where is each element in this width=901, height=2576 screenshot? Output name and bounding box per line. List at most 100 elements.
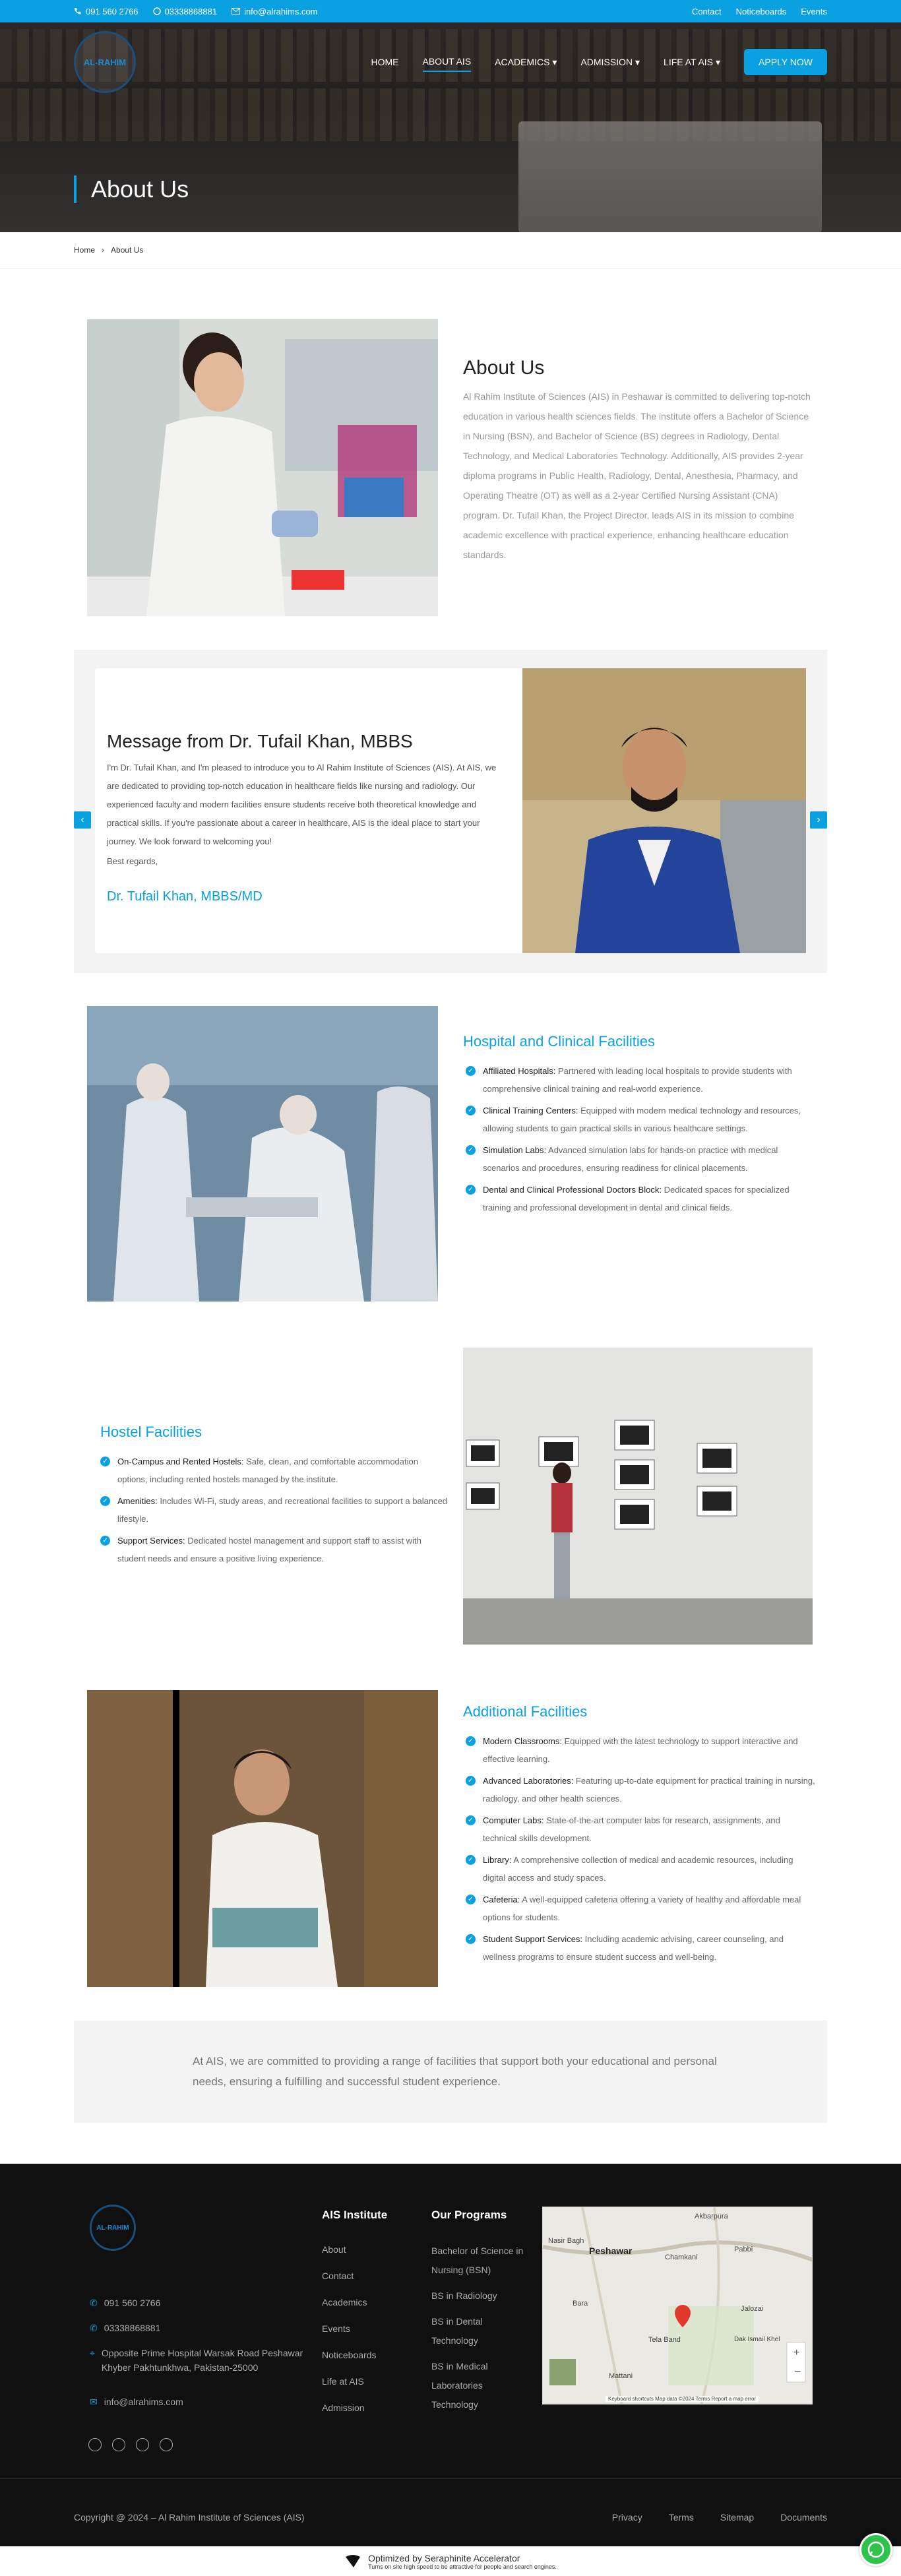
item-text: Includes Wi-Fi, study areas, and recreat… [117,1496,448,1524]
nav-home[interactable]: HOME [371,53,399,71]
slider-prev-button[interactable]: ‹ [74,811,91,829]
footer-link[interactable]: Admission [322,2395,377,2421]
copyright: Copyright @ 2024 – Al Rahim Institute of… [74,2512,305,2523]
email-text: info@alrahims.com [244,6,318,16]
top-link-events[interactable]: Events [801,7,827,16]
optimizer-badge[interactable]: Optimized by Seraphinite Accelerator Tur… [0,2546,901,2576]
footer-phone1[interactable]: ✆ 091 560 2766 [90,2296,160,2310]
check-icon: ✓ [466,1776,476,1786]
chevron-down-icon: ▾ [716,56,721,67]
svg-text:−: − [794,2365,801,2378]
location-map[interactable]: + − Peshawar Pabbi Akbarpura Nasir Bagh … [542,2207,813,2404]
svg-text:+: + [793,2347,799,2358]
footer-col2: Bachelor of Science in Nursing (BSN) BS … [431,2242,524,2414]
footer-link[interactable]: Noticeboards [322,2342,377,2368]
footer-link[interactable]: BS in Dental Technology [431,2312,524,2350]
footer-address: ⌖ Opposite Prime Hospital Warsak Road Pes… [90,2346,307,2375]
about-text: Al Rahim Institute of Sciences (AIS) in … [463,391,811,560]
apply-now-button[interactable]: APPLY NOW [744,49,827,75]
nav-academics[interactable]: ACADEMICS ▾ [495,53,557,72]
message-signature: Dr. Tufail Khan, MBBS/MD [107,889,263,904]
item-label: Modern Classrooms: [483,1736,562,1746]
breadcrumb-home[interactable]: Home [74,245,95,255]
check-icon: ✓ [466,1855,476,1865]
nav-menu: HOME ABOUT AIS ACADEMICS ▾ ADMISSION ▾ LIF… [371,49,827,75]
footer-link[interactable]: BS in Medical Laboratories Technology [431,2357,524,2414]
chevron-right-icon: › [817,814,821,825]
lab-photo [87,319,438,616]
check-icon: ✓ [100,1536,110,1546]
library-photo [87,1690,438,1987]
item-label: Student Support Services: [483,1934,583,1944]
additional-title: Additional Facilities [463,1703,588,1720]
terms-link[interactable]: Terms [669,2512,694,2523]
check-icon: ✓ [466,1106,476,1115]
item-label: Amenities: [117,1496,158,1506]
documents-link[interactable]: Documents [780,2512,827,2523]
social-links [88,2438,173,2451]
legal-links: Privacy Terms Sitemap Documents [612,2512,827,2523]
footer-email[interactable]: ✉ info@alrahims.com [90,2395,183,2409]
footer-link[interactable]: Contact [322,2263,377,2289]
nav-admission-label: ADMISSION [580,57,633,67]
check-icon: ✓ [466,1185,476,1195]
whatsapp-float-button[interactable] [859,2533,892,2566]
mail-icon: ✉ [90,2397,98,2407]
map-label: Mattani [609,2372,633,2380]
item-label: On-Campus and Rented Hostels: [117,1457,244,1466]
footer-link[interactable]: Bachelor of Science in Nursing (BSN) [431,2242,524,2280]
footer-link[interactable]: Events [322,2315,377,2342]
whatsapp-icon [867,2541,885,2558]
twitter-icon[interactable] [112,2438,125,2451]
footer-col1-title: AIS Institute [322,2209,388,2221]
hospital-list: ✓ Affiliated Hospitals: Partnered with le… [466,1062,815,1220]
nav-life[interactable]: LIFE AT AIS ▾ [664,53,720,72]
privacy-link[interactable]: Privacy [612,2512,642,2523]
footer-phone2-text: 03338868881 [104,2323,161,2333]
list-item: ✓ Cafeteria: A well-equipped cafeteria of… [466,1891,815,1926]
footer-phone1-text: 091 560 2766 [104,2298,161,2308]
chevron-down-icon: ▾ [635,56,640,67]
pinterest-icon[interactable] [136,2438,149,2451]
list-item: ✓ Library: A comprehensive collection of … [466,1851,815,1887]
optimizer-title: Optimized by Seraphinite Accelerator [368,2552,520,2563]
check-icon: ✓ [466,1145,476,1155]
check-icon: ✓ [466,1066,476,1076]
top-links: Contact Noticeboards Events [692,7,827,16]
phone-link[interactable]: 091 560 2766 [74,7,139,16]
footer-col2-title: Our Programs [431,2209,507,2221]
message-title: Message from Dr. Tufail Khan, MBBS [107,731,413,751]
nav-life-label: LIFE AT AIS [664,57,714,67]
facebook-icon[interactable] [88,2438,102,2451]
email-link[interactable]: info@alrahims.com [232,6,318,16]
nav-about[interactable]: ABOUT AIS [422,52,472,72]
sitemap-link[interactable]: Sitemap [720,2512,754,2523]
list-item: ✓ Student Support Services: Including aca… [466,1930,815,1966]
nav-admission[interactable]: ADMISSION ▾ [580,53,640,72]
instagram-icon[interactable] [160,2438,173,2451]
top-link-contact[interactable]: Contact [692,7,722,16]
additional-list: ✓ Modern Classrooms: Equipped with the la… [466,1732,815,1970]
footer-logo-text: AL-RAHIM [96,2224,129,2232]
item-label: Clinical Training Centers: [483,1106,578,1115]
hospital-photo [87,1006,438,1302]
whatsapp-link[interactable]: 03338868881 [152,7,217,16]
item-label: Cafeteria: [483,1895,520,1904]
top-link-noticeboards[interactable]: Noticeboards [736,7,787,16]
footer-link[interactable]: BS in Radiology [431,2286,524,2306]
footer-logo[interactable]: AL-RAHIM [90,2205,136,2251]
footer-link[interactable]: Life at AIS [322,2368,377,2395]
slider-next-button[interactable]: › [810,811,827,829]
accelerator-icon [346,2554,361,2567]
footer-link[interactable]: About [322,2236,377,2263]
item-label: Simulation Labs: [483,1145,547,1155]
footer-phone2[interactable]: ✆ 03338868881 [90,2321,160,2335]
hostel-list: ✓ On-Campus and Rented Hostels: Safe, cle… [100,1453,450,1571]
footer-link[interactable]: Academics [322,2289,377,2315]
item-label: Support Services: [117,1536,185,1546]
site-logo[interactable]: AL-RAHIM [74,31,136,93]
footer-col1: About Contact Academics Events Noticeboa… [322,2236,377,2421]
site-footer: AL-RAHIM ✆ 091 560 2766 ✆ 03338868881 ⌖ Opp… [0,2164,901,2546]
map-label: Dak Ismail Khel [734,2336,780,2343]
map-label: Bara [573,2300,588,2308]
